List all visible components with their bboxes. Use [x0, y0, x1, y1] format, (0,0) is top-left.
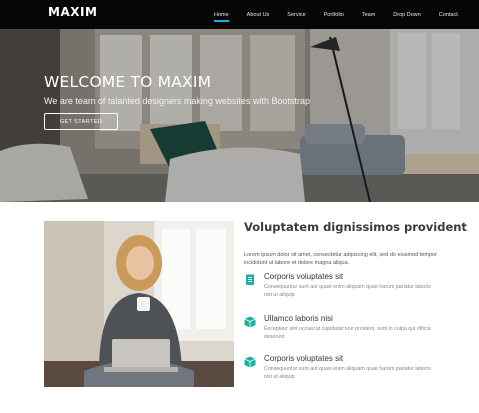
feature-description: Consequuntur sunt aut quasi enim aliquam… [264, 366, 431, 380]
nav-home[interactable]: Home [214, 12, 229, 22]
feature-title: Corporis voluptates sit [264, 272, 344, 281]
nav-portfolio[interactable]: Portfolio [324, 12, 344, 18]
nav-drop-down[interactable]: Drop Down [393, 12, 421, 18]
hero-subtitle: We are team of talanted designers making… [44, 96, 310, 106]
get-started-button[interactable]: GET STARTED [44, 113, 118, 130]
feature-title: Ullamco laboris nisi [264, 314, 333, 323]
cube-icon [244, 356, 256, 368]
nav-team[interactable]: Team [362, 12, 375, 18]
logo[interactable]: MAXIM [48, 5, 97, 19]
hero-title: WELCOME TO MAXIM [44, 73, 212, 91]
main-nav: Home About Us Service Portfolio Team Dro… [214, 0, 476, 29]
navbar: MAXIM Home About Us Service Portfolio Te… [0, 0, 479, 29]
receipt-icon [246, 274, 254, 286]
about-description: Lorem ipsum dolor sit amet, consectetur … [244, 252, 437, 266]
hero-section: WELCOME TO MAXIM We are team of talanted… [0, 29, 479, 202]
woman-with-laptop-image [44, 221, 234, 387]
nav-contact[interactable]: Contact [439, 12, 458, 18]
nav-about-us[interactable]: About Us [247, 12, 270, 18]
about-title: Voluptatem dignissimos provident [244, 220, 467, 234]
feature-title: Corporis voluptates sit [264, 354, 344, 363]
feature-description: Consequuntur sunt aut quasi enim aliquam… [264, 284, 431, 298]
cube-icon [244, 316, 256, 328]
nav-service[interactable]: Service [287, 12, 305, 18]
about-section: Voluptatem dignissimos provident Lorem i… [0, 202, 479, 413]
feature-description: Excepteur sint occaecat cupidatat non pr… [264, 326, 431, 340]
